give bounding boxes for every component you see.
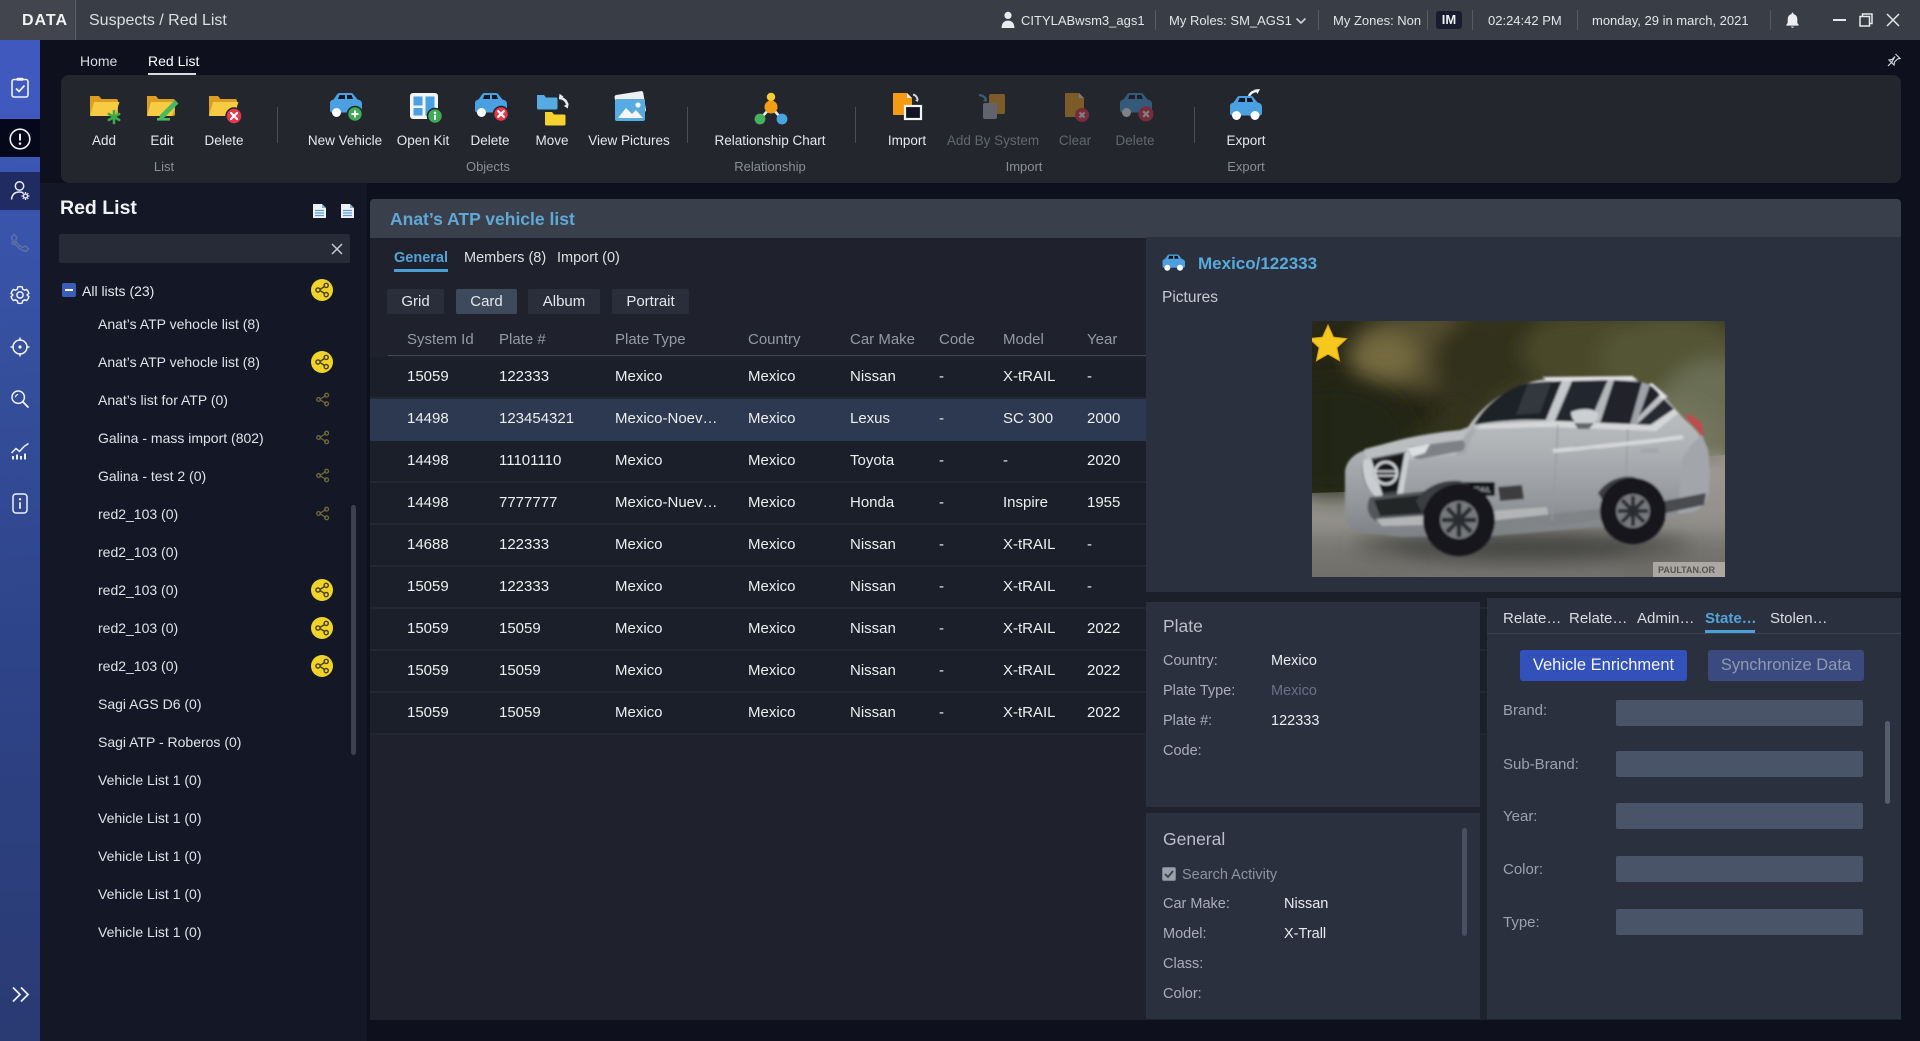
svg-text:PAULTAN.OR: PAULTAN.OR (1658, 565, 1715, 575)
